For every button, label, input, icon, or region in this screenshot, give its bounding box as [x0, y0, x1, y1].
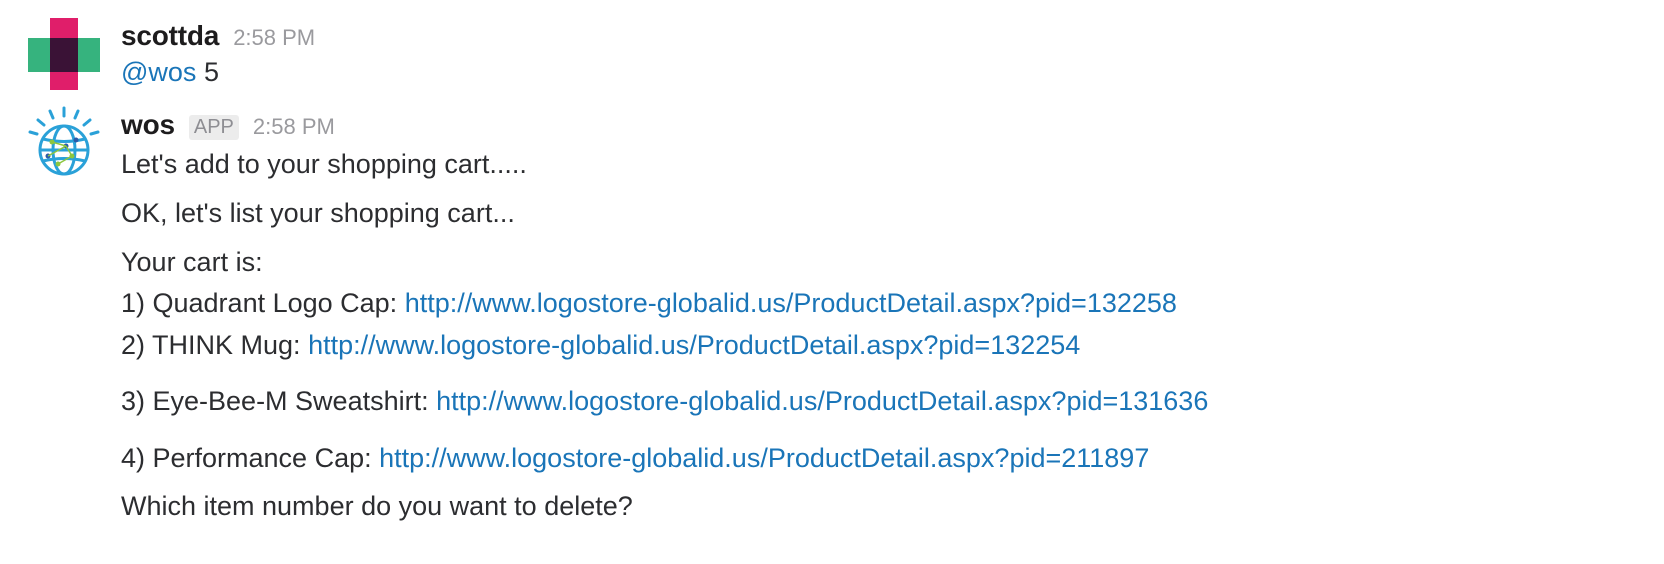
product-link[interactable]: http://www.logostore-globalid.us/Product… [405, 288, 1177, 318]
message-line: Which item number do you want to delete? [121, 491, 633, 521]
product-link[interactable]: http://www.logostore-globalid.us/Product… [436, 386, 1208, 416]
timestamp[interactable]: 2:58 PM [253, 114, 335, 140]
app-badge: APP [188, 115, 239, 140]
product-link[interactable]: http://www.logostore-globalid.us/Product… [308, 330, 1080, 360]
message-line: OK, let's list your shopping cart... [121, 198, 515, 228]
message-body-scottda: @wos 5 [121, 57, 219, 88]
cart-item-label: 1) Quadrant Logo Cap: [121, 288, 405, 318]
avatar-wos[interactable] [28, 106, 100, 178]
message-line: Let's add to your shopping cart..... [121, 149, 527, 179]
cart-item-label: 3) Eye-Bee-M Sweatshirt: [121, 386, 437, 416]
message-header-scottda: scottda 2:58 PM [121, 20, 315, 52]
product-link[interactable]: http://www.logostore-globalid.us/Product… [379, 443, 1149, 473]
watson-globe-icon [28, 106, 100, 176]
cart-item-2: 2) THINK Mug: http://www.logostore-globa… [121, 330, 1080, 361]
message-line: Your cart is: [121, 247, 263, 277]
author-name[interactable]: wos [121, 109, 175, 141]
cart-item-1: 1) Quadrant Logo Cap: http://www.logosto… [121, 288, 1177, 319]
message-header-wos: wos APP 2:58 PM [121, 109, 335, 141]
mention-wos[interactable]: @wos [121, 57, 196, 87]
author-name[interactable]: scottda [121, 20, 219, 52]
cart-item-4: 4) Performance Cap: http://www.logostore… [121, 443, 1149, 474]
scottda-avatar-icon [28, 18, 100, 90]
message-text: 5 [203, 57, 219, 87]
cart-item-3: 3) Eye-Bee-M Sweatshirt: http://www.logo… [121, 386, 1208, 417]
cart-item-label: 2) THINK Mug: [121, 330, 309, 360]
cart-item-label: 4) Performance Cap: [121, 443, 380, 473]
avatar-scottda[interactable] [28, 18, 100, 90]
timestamp[interactable]: 2:58 PM [233, 25, 315, 51]
